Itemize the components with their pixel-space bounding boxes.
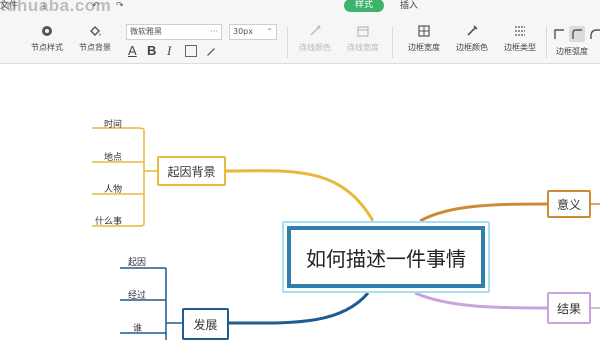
border-width-icon: [418, 25, 430, 37]
connector-result: [414, 291, 548, 310]
node-style-label: 节点样式: [31, 43, 63, 52]
leaf-who[interactable]: 谁: [133, 321, 142, 334]
toolbar: 节点样式 节点背景 微软雅黑 ··· 30px ⌃ A B I 连线颜色 连线宽…: [0, 12, 600, 64]
border-type-button[interactable]: 边框类型: [499, 24, 541, 53]
border-color-icon: [467, 25, 478, 36]
italic-button[interactable]: I: [167, 43, 171, 59]
line-width-icon: [357, 26, 369, 37]
node-background-button[interactable]: 节点背景: [74, 24, 116, 53]
toolbar-divider: [287, 26, 288, 58]
line-color-button[interactable]: 连线颜色: [293, 24, 337, 53]
border-radius-label: 边框弧度: [556, 47, 588, 56]
node-development[interactable]: 发展: [182, 308, 229, 340]
line-color-label: 连线颜色: [299, 43, 331, 52]
font-family-dropdown-icon: ···: [210, 27, 218, 36]
small-radius-corner-icon[interactable]: [569, 26, 585, 42]
line-width-button[interactable]: 连线宽度: [341, 24, 385, 53]
leaf-cause[interactable]: 起因: [128, 255, 146, 268]
mindmap-canvas[interactable]: 如何描述一件事情 起因背景 发展 意义 结果 时间 地点 人物 什么事 起因 经…: [0, 64, 600, 340]
root-node[interactable]: 如何描述一件事情: [282, 221, 490, 293]
round-corner-icon[interactable]: [587, 26, 600, 42]
bold-button[interactable]: B: [147, 43, 156, 58]
node-background-label: 节点背景: [79, 43, 111, 52]
font-size-value: 30px: [233, 27, 253, 36]
font-color-button[interactable]: A: [128, 43, 137, 58]
redo-icon[interactable]: ↷: [116, 1, 124, 11]
connector-meaning: [419, 202, 548, 223]
root-node-label: 如何描述一件事情: [287, 226, 485, 288]
node-style-icon: [42, 26, 52, 36]
node-meaning[interactable]: 意义: [547, 190, 591, 218]
border-color-button[interactable]: 边框颜色: [451, 24, 493, 53]
node-background[interactable]: 起因背景: [157, 156, 226, 186]
border-color-label: 边框颜色: [456, 43, 488, 52]
text-align-icon[interactable]: [185, 45, 197, 57]
border-width-button[interactable]: 边框宽度: [403, 24, 445, 53]
font-family-select[interactable]: 微软雅黑 ···: [126, 24, 222, 40]
connector-development-children: [165, 268, 182, 340]
toolbar-divider: [546, 26, 547, 58]
border-width-label: 边框宽度: [408, 43, 440, 52]
font-size-select[interactable]: 30px ⌃: [229, 24, 277, 40]
connector-background-children: [143, 130, 157, 224]
paint-bucket-icon: [90, 26, 101, 36]
toolbar-divider: [392, 26, 393, 58]
border-type-icon: [515, 26, 525, 36]
line-color-icon: [310, 25, 321, 36]
tab-style[interactable]: 样式: [344, 0, 384, 12]
tab-insert[interactable]: 插入: [400, 0, 418, 11]
clear-format-icon[interactable]: [205, 45, 217, 57]
leaf-place[interactable]: 地点: [104, 150, 122, 163]
mindmap-connectors: [92, 127, 600, 340]
leaf-process[interactable]: 经过: [128, 288, 146, 301]
node-result[interactable]: 结果: [547, 292, 591, 324]
border-type-label: 边框类型: [504, 43, 536, 52]
leaf-time[interactable]: 时间: [104, 117, 122, 130]
line-width-label: 连线宽度: [347, 43, 379, 52]
leaf-person[interactable]: 人物: [104, 182, 122, 195]
square-corner-icon[interactable]: [551, 26, 567, 42]
connector-background: [225, 169, 375, 222]
leaf-what[interactable]: 什么事: [95, 214, 122, 227]
node-style-button[interactable]: 节点样式: [26, 24, 68, 53]
connector-development: [228, 292, 370, 325]
font-family-value: 微软雅黑: [130, 27, 162, 36]
font-size-dropdown-icon: ⌃: [266, 27, 273, 36]
